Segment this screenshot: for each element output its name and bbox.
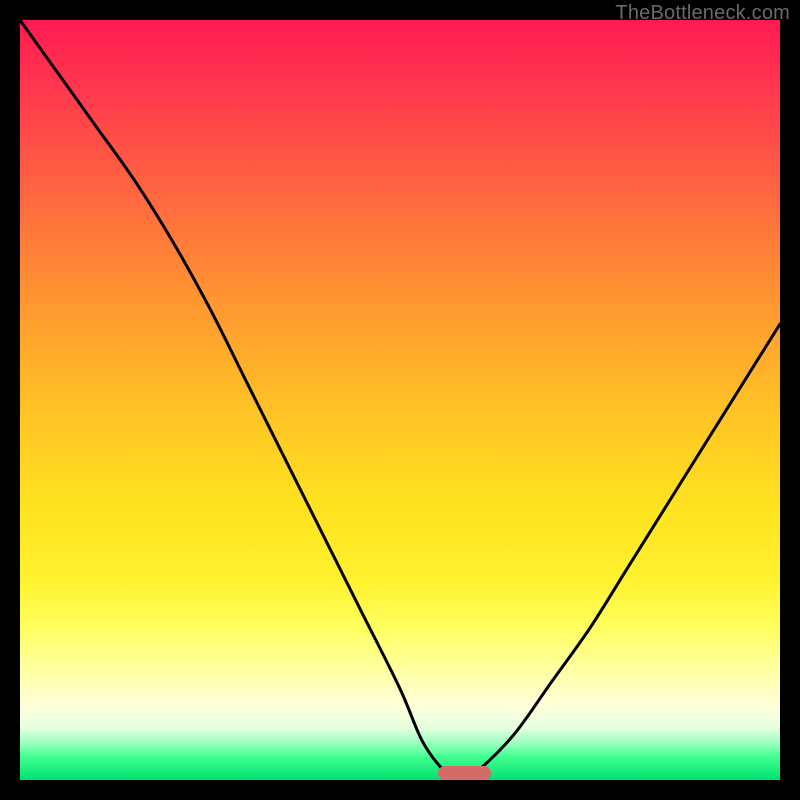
optimal-range-marker — [438, 766, 491, 780]
bottleneck-curve — [20, 20, 780, 780]
watermark-text: TheBottleneck.com — [615, 2, 790, 25]
plot-area — [20, 20, 780, 780]
chart-frame: TheBottleneck.com — [0, 0, 800, 800]
